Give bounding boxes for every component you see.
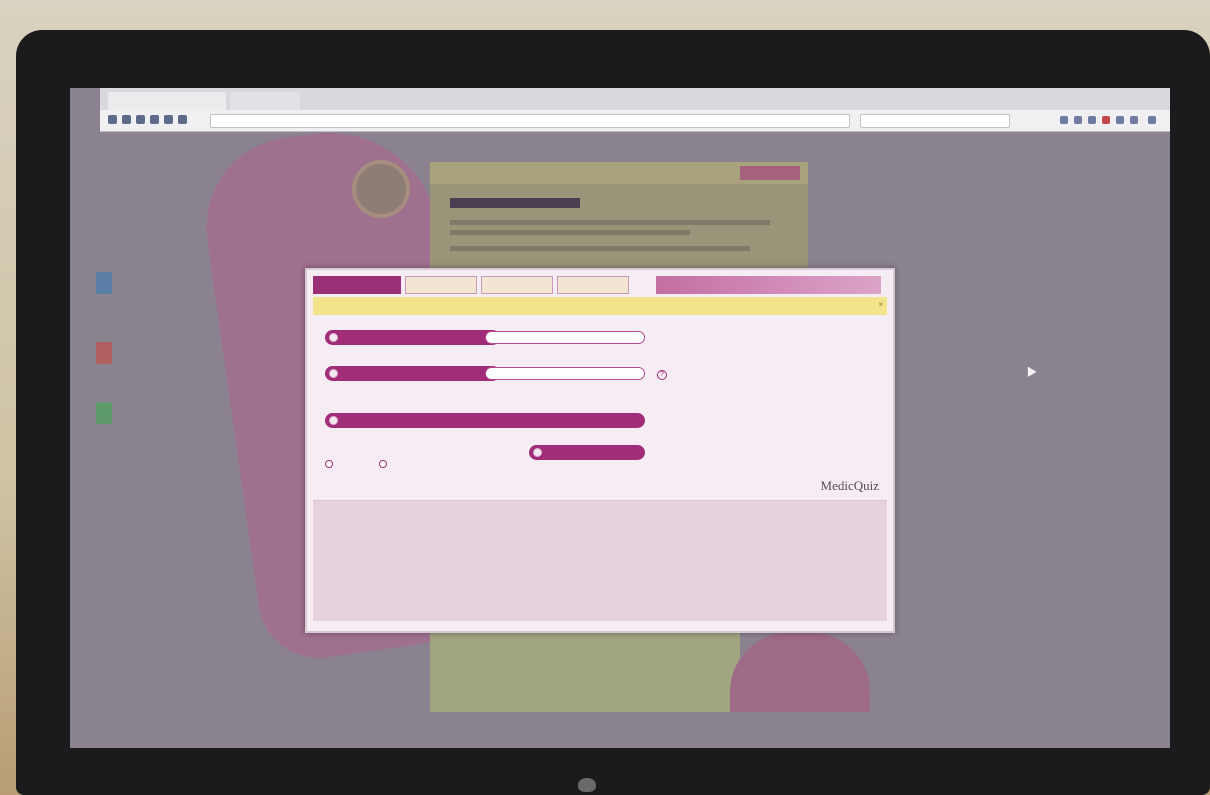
extension-icon[interactable]: [1060, 116, 1068, 124]
radio-icon[interactable]: [325, 460, 333, 468]
downloads-icon[interactable]: [178, 115, 187, 124]
browser-tab[interactable]: [230, 92, 300, 110]
submit-button[interactable]: [529, 445, 645, 460]
back-icon[interactable]: [108, 115, 117, 124]
close-icon[interactable]: ×: [878, 300, 883, 309]
form-row-label: [325, 330, 500, 345]
dialog-lower-area: [313, 501, 887, 621]
extension-icon[interactable]: [1074, 116, 1082, 124]
address-bar[interactable]: [210, 114, 850, 128]
option-checkbox[interactable]: [379, 460, 389, 468]
forward-icon[interactable]: [122, 115, 131, 124]
background-text-line: [450, 230, 690, 235]
notice-banner: ×: [313, 297, 887, 315]
background-footer-shape: [730, 632, 870, 712]
apple-logo-icon: [578, 778, 596, 792]
browser-search-input[interactable]: [860, 114, 1010, 128]
monitor-screen: × ? MedicQuiz: [70, 88, 1170, 748]
radio-icon: [533, 448, 542, 457]
extension-icon[interactable]: [1088, 116, 1096, 124]
quiz-dialog: × ? MedicQuiz: [305, 268, 895, 633]
dialog-tab[interactable]: [313, 276, 401, 294]
browser-tab-active[interactable]: [108, 92, 226, 110]
radio-icon[interactable]: [329, 369, 338, 378]
new-tab-button[interactable]: [304, 92, 320, 110]
side-share-icon: [96, 272, 112, 294]
radio-icon[interactable]: [329, 416, 338, 425]
menu-icon[interactable]: [1148, 116, 1156, 124]
info-icon[interactable]: ?: [657, 370, 667, 380]
select-field[interactable]: [485, 367, 645, 380]
extension-icon[interactable]: [1102, 116, 1110, 124]
background-text-line: [450, 246, 750, 251]
side-share-icon: [96, 342, 112, 364]
browser-tab-strip: [100, 88, 1170, 110]
radio-icon[interactable]: [379, 460, 387, 468]
extension-icon[interactable]: [1116, 116, 1124, 124]
dialog-brand: [656, 276, 881, 294]
medicquiz-logo: MedicQuiz: [820, 478, 879, 493]
home-icon[interactable]: [150, 115, 159, 124]
bookmark-icon[interactable]: [164, 115, 173, 124]
background-heading: [450, 198, 580, 208]
browser-toolbar: [100, 110, 1170, 132]
radio-icon[interactable]: [329, 333, 338, 342]
option-checkbox[interactable]: [325, 460, 335, 468]
dialog-tab[interactable]: [557, 276, 629, 294]
extension-icon[interactable]: [1130, 116, 1138, 124]
background-text-line: [450, 220, 770, 225]
wide-option[interactable]: [325, 413, 645, 428]
site-logo: [352, 160, 410, 218]
reload-icon[interactable]: [136, 115, 145, 124]
dialog-tabs: [313, 276, 887, 296]
form-row-label: [325, 366, 500, 381]
dialog-tab[interactable]: [405, 276, 477, 294]
side-share-icon: [96, 402, 112, 424]
dialog-tab[interactable]: [481, 276, 553, 294]
background-nav-button: [740, 166, 800, 180]
select-field[interactable]: [485, 331, 645, 344]
